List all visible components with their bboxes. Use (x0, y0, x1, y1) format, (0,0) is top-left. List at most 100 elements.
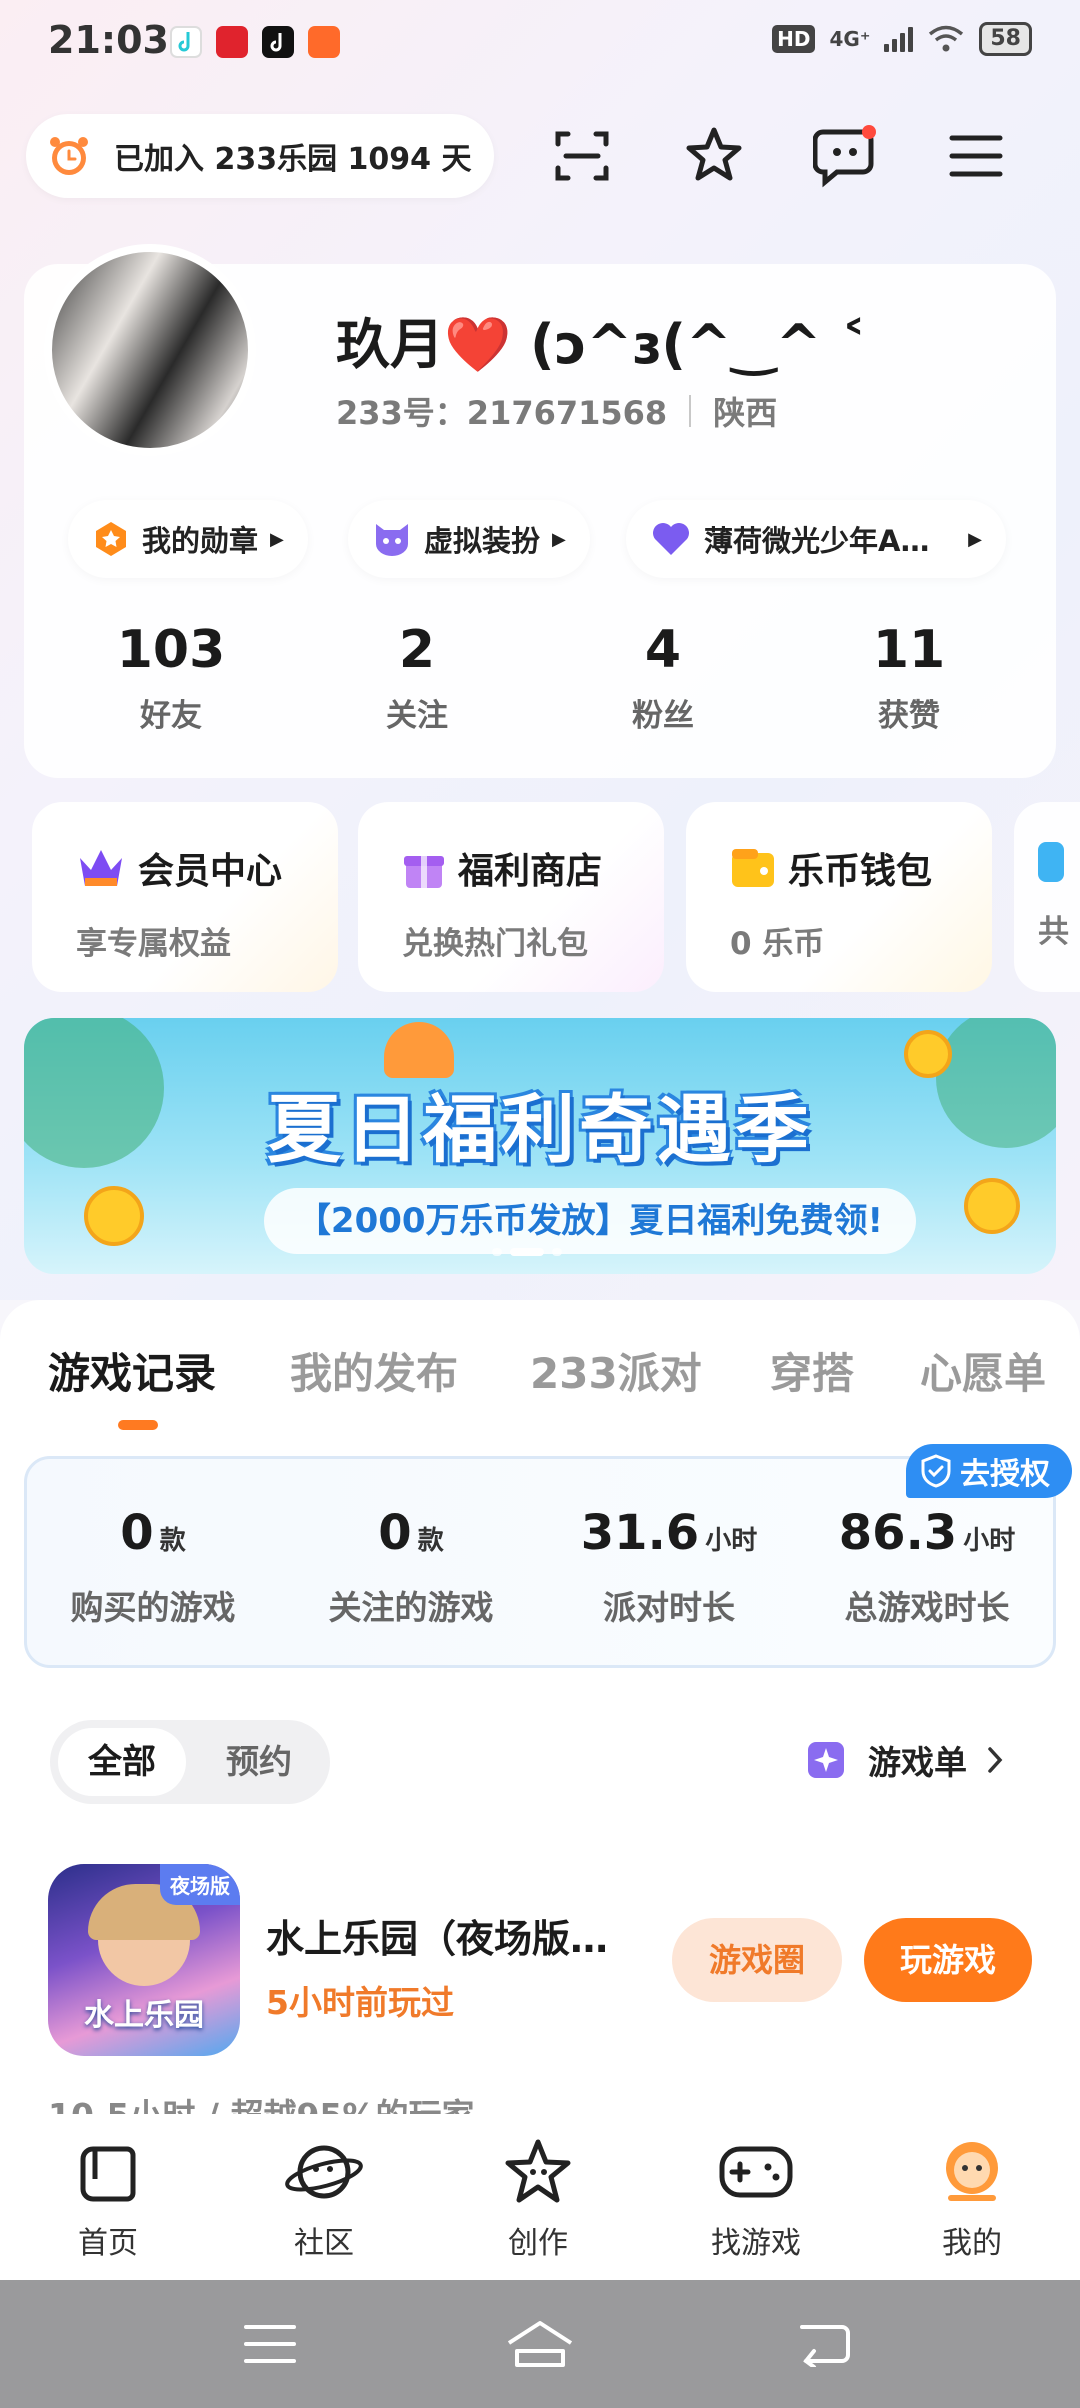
status-time: 21:03 (48, 18, 169, 62)
card-subtitle: 共 (1038, 914, 1069, 950)
card-title: 会员中心 (138, 851, 283, 892)
gstat-unit: 小时 (963, 1526, 1016, 1556)
tab-game-records[interactable]: 游戏记录 (48, 1340, 216, 1401)
card-title: 乐币钱包 (788, 851, 933, 892)
gstat-label: 总游戏时长 (844, 1588, 1010, 1627)
battery-indicator: 58 (979, 22, 1032, 56)
card-subtitle: 兑换热门礼包 (402, 926, 588, 962)
gstat-total-time[interactable]: 86.3 小时 总游戏时长 (798, 1505, 1056, 1629)
gstat-value: 86.3 (838, 1505, 958, 1561)
chip-title[interactable]: 薄荷微光少年A… ▶ (626, 500, 1006, 578)
chip-medals[interactable]: 我的勋章 ▶ (68, 500, 308, 578)
gamelist-label: 游戏单 (868, 1743, 967, 1782)
nav-label: 创作 (508, 2226, 568, 2261)
card-subtitle: 0 乐币 (730, 926, 825, 962)
message-icon[interactable] (808, 118, 884, 194)
banner-title: 夏日福利奇遇季 (267, 1087, 813, 1173)
crown-icon (80, 850, 122, 886)
stat-following[interactable]: 2 关注 (292, 620, 542, 735)
stat-value: 11 (872, 620, 946, 680)
system-back-button[interactable] (784, 2308, 864, 2380)
gstat-value: 0 (378, 1505, 412, 1561)
game-app-icon[interactable]: 夜场版 水上乐园 (48, 1864, 240, 2056)
nav-home[interactable]: 首页 (38, 2130, 178, 2262)
nav-me[interactable]: 我的 (902, 2130, 1042, 2262)
card-vip-center[interactable]: 会员中心 享专属权益 (32, 802, 338, 992)
join-days-pill[interactable]: 已加入 233乐园 1094 天 (26, 114, 494, 198)
gstat-label: 派对时长 (603, 1588, 735, 1627)
profile-face-icon (946, 2142, 998, 2201)
star-icon[interactable] (676, 118, 752, 194)
scan-icon[interactable] (544, 118, 620, 194)
gstat-unit: 款 (417, 1526, 444, 1556)
nav-label: 社区 (294, 2226, 354, 2261)
authorize-button[interactable]: 去授权 (906, 1444, 1072, 1498)
filter-reserve[interactable]: 预约 (204, 1728, 314, 1796)
chip-arrow-icon: ▶ (270, 528, 284, 550)
sparkle-list-icon (808, 1742, 844, 1778)
game-playtime-text: 10.5小时 / 超越95%的玩家 (48, 2096, 475, 2116)
region-text: 陕西 (713, 394, 778, 432)
uid-text: 233号：217671568 (336, 394, 668, 432)
wifi-icon (929, 25, 964, 52)
back-icon (800, 2325, 850, 2367)
card-coin-wallet[interactable]: 乐币钱包 0 乐币 (686, 802, 992, 992)
stat-label: 关注 (386, 698, 448, 734)
banner-subtitle: 【2000万乐币发放】夏日福利免费领! (264, 1188, 916, 1254)
tab-outfits[interactable]: 穿搭 (770, 1340, 854, 1401)
stat-value: 103 (116, 620, 226, 680)
chip-label: 虚拟装扮 (424, 524, 541, 558)
gstat-label: 购买的游戏 (70, 1588, 236, 1627)
app-orange-icon (308, 26, 340, 58)
chip-label: 薄荷微光少年A… (704, 524, 930, 558)
promo-banner[interactable]: 夏日福利奇遇季 【2000万乐币发放】夏日福利免费领! (24, 1018, 1056, 1274)
stat-label: 粉丝 (632, 698, 694, 734)
medal-icon (96, 522, 126, 556)
card-welfare-shop[interactable]: 福利商店 兑换热门礼包 (358, 802, 664, 992)
system-home-button[interactable] (500, 2308, 580, 2380)
card-title: 福利商店 (458, 851, 603, 892)
home-icon (80, 2146, 136, 2202)
partial-icon (1038, 842, 1064, 882)
game-name[interactable]: 水上乐园（夜场版… (266, 1908, 652, 1963)
chip-virtual-outfit[interactable]: 虚拟装扮 ▶ (348, 500, 590, 578)
gamelist-link[interactable]: 游戏单 (806, 1736, 1005, 1784)
nickname: 玖月❤️ (ↄ^ɜ(^‿^ ˂ (336, 313, 868, 376)
nav-find-games[interactable]: 找游戏 (686, 2130, 826, 2262)
tab-my-posts[interactable]: 我的发布 (290, 1340, 458, 1401)
gstat-value: 31.6 (580, 1505, 700, 1561)
gstat-purchased[interactable]: 0款 购买的游戏 (24, 1505, 282, 1629)
alarm-clock-icon (50, 137, 88, 175)
gift-icon (404, 856, 444, 888)
tab-233-party[interactable]: 233派对 (530, 1340, 702, 1401)
nav-create[interactable]: 创作 (468, 2130, 608, 2262)
gstat-party-time[interactable]: 31.6 小时 派对时长 (540, 1505, 798, 1629)
menu-icon[interactable] (938, 118, 1014, 194)
filter-all[interactable]: 全部 (58, 1728, 186, 1796)
create-star-icon (505, 2139, 571, 2203)
app-red-icon (216, 26, 248, 58)
stat-value: 4 (644, 620, 682, 680)
card-partial[interactable]: 共 (1014, 802, 1080, 992)
shield-check-icon (921, 1454, 951, 1488)
stat-likes[interactable]: 11 获赞 (784, 620, 1034, 735)
avatar[interactable] (44, 244, 256, 456)
nav-label: 找游戏 (711, 2226, 801, 2261)
game-icon-badge: 夜场版 (160, 1864, 240, 1905)
tab-wishlist[interactable]: 心愿单 (920, 1340, 1046, 1401)
stat-fans[interactable]: 4 粉丝 (538, 620, 788, 735)
nav-community[interactable]: 社区 (254, 2130, 394, 2262)
heart-icon (653, 523, 689, 555)
recents-icon (244, 2325, 296, 2363)
wallet-icon (732, 849, 774, 887)
chip-arrow-icon: ▶ (552, 528, 566, 550)
game-last-played: 5小时前玩过 (266, 1983, 454, 2022)
tiktok-lite-icon (170, 26, 202, 58)
stat-friends[interactable]: 103 好友 (46, 620, 296, 735)
play-game-button[interactable]: 玩游戏 (864, 1918, 1032, 2002)
gstat-followed[interactable]: 0款 关注的游戏 (282, 1505, 540, 1629)
game-circle-button[interactable]: 游戏圈 (672, 1918, 842, 2002)
network-label: 4G⁺ (829, 27, 871, 51)
chevron-right-icon (988, 1747, 1003, 1773)
system-recents-button[interactable] (230, 2308, 310, 2380)
